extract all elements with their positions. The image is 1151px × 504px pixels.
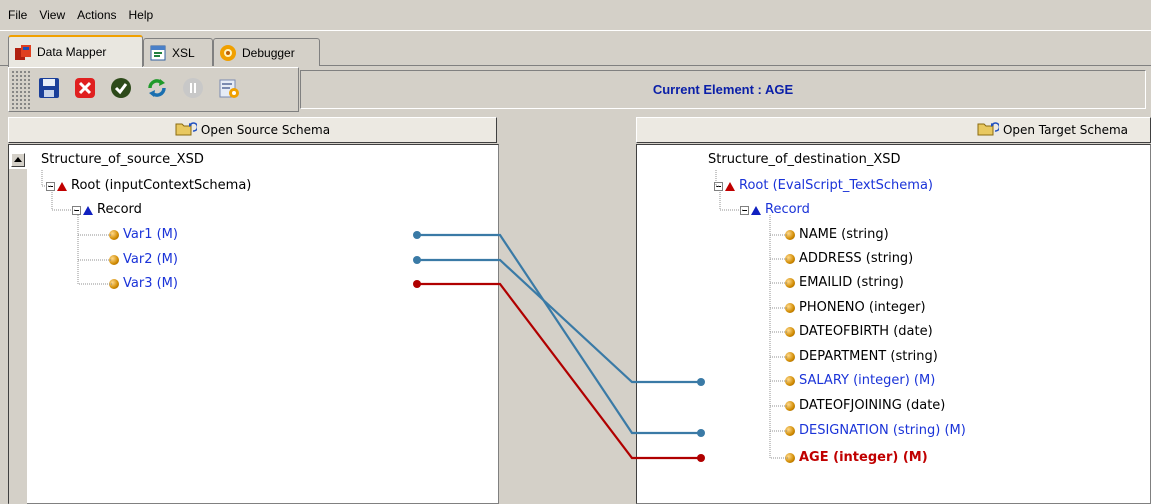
target-field-dateofbirth[interactable]: DATEOFBIRTH (date)	[785, 321, 933, 343]
close-icon	[73, 76, 97, 103]
blue-triangle-icon	[83, 205, 93, 215]
source-collapse-button[interactable]	[11, 153, 25, 167]
data-mapper-window: File View Actions Help Data Mapper XSL D…	[0, 0, 1151, 504]
node-label: Record	[97, 202, 142, 217]
settings-icon	[217, 76, 241, 103]
menu-file[interactable]: File	[2, 4, 33, 26]
source-field-var2[interactable]: Var2 (M)	[109, 249, 178, 271]
link-area	[499, 117, 636, 504]
data-mapper-icon	[13, 42, 33, 62]
target-field-age[interactable]: AGE (integer) (M)	[785, 447, 928, 469]
collapse-icon[interactable]	[46, 181, 55, 191]
toolbar-grip[interactable]	[11, 69, 31, 110]
field-ball-icon	[785, 230, 795, 240]
collapse-icon[interactable]	[714, 181, 723, 191]
field-ball-icon	[785, 401, 795, 411]
source-record-node[interactable]: Record	[72, 199, 142, 221]
field-ball-icon	[785, 376, 795, 386]
field-ball-icon	[785, 278, 795, 288]
target-field-address[interactable]: ADDRESS (string)	[785, 248, 913, 270]
settings-button[interactable]	[214, 75, 244, 105]
target-field-phoneno[interactable]: PHONENO (integer)	[785, 297, 926, 319]
open-source-schema-button[interactable]: Open Source Schema	[8, 117, 497, 143]
target-record-node[interactable]: Record	[740, 199, 810, 221]
field-label: NAME (string)	[799, 227, 889, 242]
toolbar	[8, 67, 299, 112]
field-label: DESIGNATION (string) (M)	[799, 423, 966, 438]
field-ball-icon	[785, 254, 795, 264]
menu-help[interactable]: Help	[123, 4, 160, 26]
target-field-salary[interactable]: SALARY (integer) (M)	[785, 370, 935, 392]
tab-debugger[interactable]: Debugger	[213, 38, 320, 66]
field-label: DATEOFJOINING (date)	[799, 398, 946, 413]
xsl-icon	[148, 43, 168, 63]
open-folder-icon	[977, 121, 1001, 140]
refresh-button[interactable]	[142, 75, 172, 105]
collapse-icon[interactable]	[740, 205, 749, 215]
source-root-node[interactable]: Root (inputContextSchema)	[46, 175, 251, 197]
menu-view[interactable]: View	[33, 4, 71, 26]
field-ball-icon	[109, 230, 119, 240]
menu-actions[interactable]: Actions	[71, 4, 122, 26]
field-label: Var3 (M)	[123, 276, 178, 291]
field-ball-icon	[785, 453, 795, 463]
field-ball-icon	[109, 255, 119, 265]
red-triangle-icon	[725, 181, 735, 191]
menu-bar: File View Actions Help	[0, 0, 1151, 31]
target-field-dateofjoining[interactable]: DATEOFJOINING (date)	[785, 395, 945, 417]
tab-label: Debugger	[242, 45, 295, 60]
field-ball-icon	[785, 426, 795, 436]
save-icon	[37, 76, 61, 103]
save-button[interactable]	[34, 75, 64, 105]
field-label: Var1 (M)	[123, 227, 178, 242]
open-target-schema-button[interactable]: Open Target Schema	[636, 117, 1151, 143]
target-field-designation[interactable]: DESIGNATION (string) (M)	[785, 420, 966, 442]
pause-button[interactable]	[178, 75, 208, 105]
debugger-icon	[218, 43, 238, 63]
tab-data-mapper[interactable]: Data Mapper	[8, 35, 143, 67]
source-field-var3[interactable]: Var3 (M)	[109, 273, 178, 295]
target-root-node[interactable]: Root (EvalScript_TextSchema)	[714, 175, 933, 197]
tab-label: Data Mapper	[37, 45, 107, 59]
node-label: Root (EvalScript_TextSchema)	[739, 178, 933, 193]
field-label: DEPARTMENT (string)	[799, 349, 938, 364]
source-field-var1[interactable]: Var1 (M)	[109, 224, 178, 246]
tab-label: XSL	[172, 45, 195, 60]
field-label: ADDRESS (string)	[799, 251, 914, 266]
field-label: DATEOFBIRTH (date)	[799, 324, 933, 339]
red-triangle-icon	[57, 181, 67, 191]
field-label: PHONENO (integer)	[799, 300, 926, 315]
target-root-label: Structure_of_destination_XSD	[708, 152, 901, 167]
field-ball-icon	[785, 352, 795, 362]
field-ball-icon	[109, 279, 119, 289]
open-target-schema-label: Open Target Schema	[1002, 123, 1128, 137]
pause-icon	[181, 76, 205, 103]
open-folder-icon	[175, 121, 199, 140]
field-ball-icon	[785, 327, 795, 337]
field-ball-icon	[785, 303, 795, 313]
collapse-icon[interactable]	[72, 205, 81, 215]
source-scrollbar[interactable]	[9, 169, 27, 504]
validate-button[interactable]	[106, 75, 136, 105]
node-label: Root (inputContextSchema)	[71, 178, 252, 193]
target-field-name[interactable]: NAME (string)	[785, 224, 889, 246]
field-label: AGE (integer) (M)	[799, 450, 928, 465]
refresh-icon	[145, 76, 169, 103]
target-field-emailid[interactable]: EMAILID (string)	[785, 272, 904, 294]
field-label: SALARY (integer) (M)	[799, 373, 936, 388]
target-field-department[interactable]: DEPARTMENT (string)	[785, 346, 938, 368]
node-label: Record	[765, 202, 810, 217]
cancel-button[interactable]	[70, 75, 100, 105]
source-schema-tree[interactable]	[8, 144, 499, 504]
blue-triangle-icon	[751, 205, 761, 215]
tab-strip: Data Mapper XSL Debugger	[0, 32, 1151, 67]
check-icon	[109, 76, 133, 103]
field-label: EMAILID (string)	[799, 275, 904, 290]
source-root-label: Structure_of_source_XSD	[41, 152, 204, 167]
tab-xsl[interactable]: XSL	[143, 38, 213, 66]
field-label: Var2 (M)	[123, 252, 178, 267]
current-element-label: Current Element : AGE	[300, 70, 1146, 109]
open-source-schema-label: Open Source Schema	[200, 123, 331, 137]
